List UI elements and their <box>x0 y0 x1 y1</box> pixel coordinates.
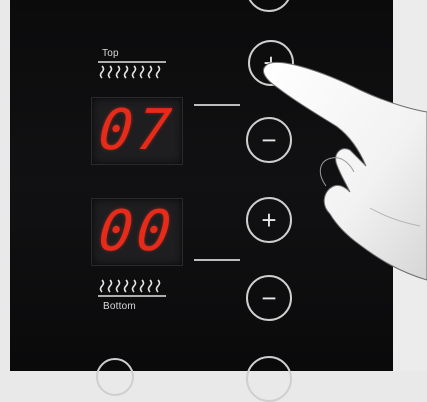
partial-button-bottom[interactable] <box>246 356 292 402</box>
bottom-temperature-display: 00 <box>91 198 183 266</box>
top-display-digits: 07 <box>95 98 179 163</box>
bottom-label: Bottom <box>103 301 136 312</box>
heating-element-icon <box>98 61 166 79</box>
partial-button-bottom-left[interactable] <box>96 358 134 396</box>
top-connector-line <box>194 104 240 106</box>
bottom-display-digits: 00 <box>95 199 179 264</box>
hand-pointer-icon <box>263 61 427 281</box>
top-temperature-display: 07 <box>91 97 183 165</box>
bottom-connector-line <box>194 259 240 261</box>
top-label: Top <box>102 48 119 59</box>
heating-element-icon <box>98 279 166 297</box>
